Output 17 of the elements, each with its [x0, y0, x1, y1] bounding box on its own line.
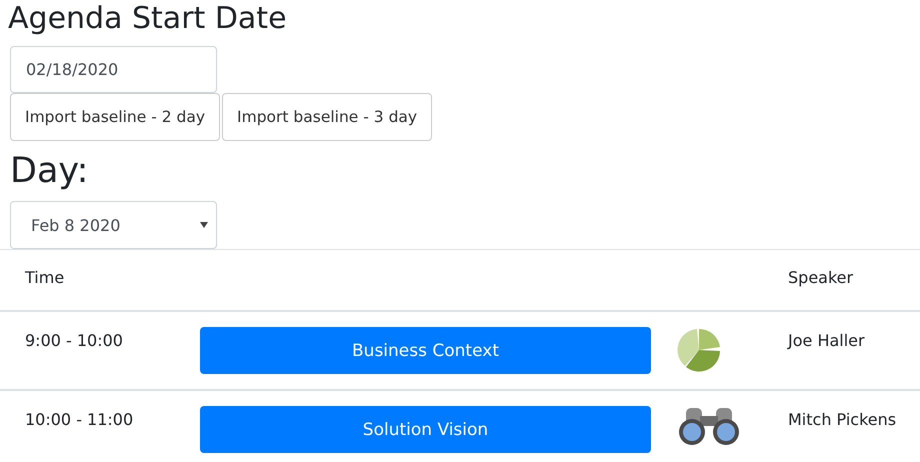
session-button[interactable]: Business Context: [200, 327, 651, 374]
page-title: Agenda Start Date: [8, 0, 288, 38]
speaker-cell: Mitch Pickens: [788, 410, 896, 429]
import-button[interactable]: Import baseline - 2 day: [10, 93, 220, 141]
column-header: Speaker: [788, 268, 854, 287]
time-cell: 10:00 - 11:00: [25, 410, 134, 429]
time-cell: 9:00 - 10:00: [25, 331, 123, 350]
speaker-cell: Joe Haller: [788, 331, 865, 350]
day-select[interactable]: Feb 8 2020: [10, 201, 217, 249]
import-button[interactable]: Import baseline - 3 day: [222, 93, 432, 141]
session-button[interactable]: Solution Vision: [200, 406, 651, 453]
column-header: Time: [25, 268, 64, 287]
caret-icon: [200, 222, 208, 228]
day-heading: Day:: [10, 150, 90, 193]
pie-chart-icon: [676, 327, 722, 373]
start-date-field[interactable]: 02/18/2020: [10, 46, 217, 93]
binoculars-icon: [676, 406, 742, 446]
